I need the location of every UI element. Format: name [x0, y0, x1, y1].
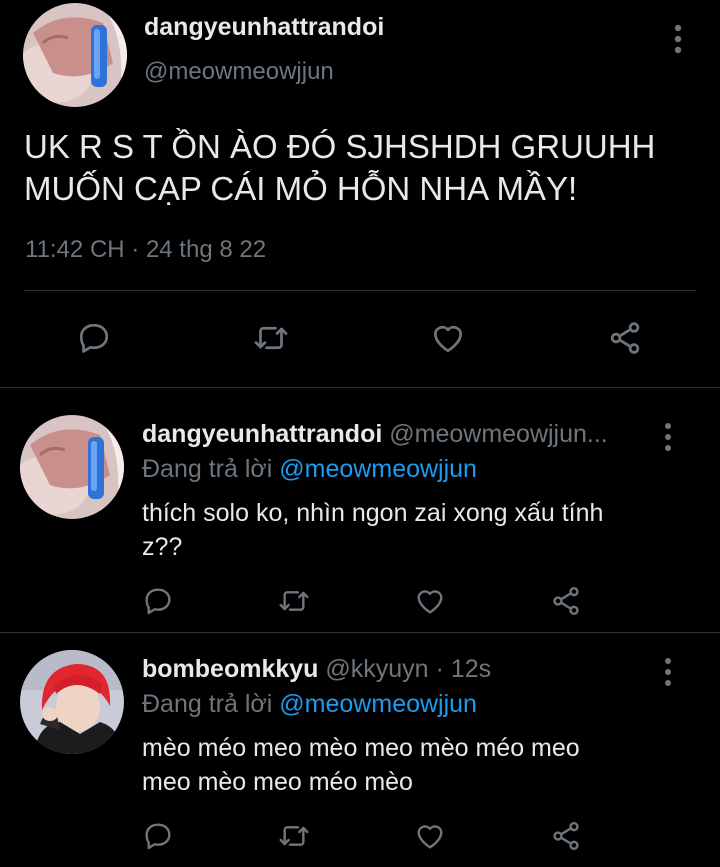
retweet-icon: [279, 591, 309, 611]
like-button[interactable]: [408, 579, 452, 623]
reply-text-line: mèo méo meo mèo meo mèo méo meo: [142, 734, 580, 762]
share-button[interactable]: [544, 814, 588, 858]
like-icon: [417, 825, 443, 849]
display-name[interactable]: dangyeunhattrandoi: [144, 13, 384, 42]
reply-header: bombeomkkyu @kkyuyn · 12s: [142, 655, 491, 684]
more-options-icon[interactable]: [664, 22, 692, 56]
reply-text-line: z??: [142, 533, 183, 561]
share-button[interactable]: [544, 579, 588, 623]
display-name[interactable]: dangyeunhattrandoi: [142, 420, 382, 448]
timestamp[interactable]: 11:42 CH · 24 thg 8 22: [25, 236, 266, 264]
like-button[interactable]: [408, 814, 452, 858]
reply-button[interactable]: [136, 579, 180, 623]
avatar[interactable]: [20, 650, 124, 754]
replying-to-label: Đang trả lời: [142, 690, 273, 718]
mention-link[interactable]: @meowmeowjjun: [279, 455, 477, 483]
retweet-button[interactable]: [249, 316, 293, 360]
tweet-text-line: MUỐN CẠP CÁI MỎ HỖN NHA MẦY!: [24, 170, 578, 207]
more-options-icon[interactable]: [656, 420, 680, 454]
like-button[interactable]: [426, 316, 470, 360]
handle[interactable]: @meowmeowjjun: [144, 58, 334, 86]
reply-text: thích solo ko, nhìn ngon zai xong xấu tí…: [142, 496, 672, 564]
avatar[interactable]: [23, 3, 127, 107]
retweet-button[interactable]: [272, 814, 316, 858]
tweet-text: UK R S T ỒN ÀO ĐÓ SJHSHDH GRUUHH MUỐN CẠ…: [24, 126, 704, 210]
handle[interactable]: @meowmeowjjun...: [389, 420, 608, 448]
replying-to: Đang trả lời @meowmeowjjun: [142, 690, 477, 719]
share-button[interactable]: [603, 316, 647, 360]
share-icon: [610, 322, 640, 354]
reply-text-line: thích solo ko, nhìn ngon zai xong xấu tí…: [142, 499, 604, 527]
mention-link[interactable]: @meowmeowjjun: [279, 690, 477, 718]
reply-text-line: meo mèo meo méo mèo: [142, 768, 413, 796]
share-icon: [553, 587, 579, 615]
like-icon: [433, 325, 463, 353]
reply-button[interactable]: [136, 814, 180, 858]
handle[interactable]: @kkyuyn · 12s: [325, 655, 491, 683]
share-icon: [553, 822, 579, 850]
avatar[interactable]: [20, 415, 124, 519]
reply-header: dangyeunhattrandoi @meowmeowjjun...: [142, 420, 608, 449]
divider: [0, 387, 720, 388]
reply-icon: [145, 588, 171, 615]
retweet-icon: [254, 326, 288, 350]
retweet-button[interactable]: [272, 579, 316, 623]
replying-to-label: Đang trả lời: [142, 455, 273, 483]
retweet-icon: [279, 826, 309, 846]
reply-icon: [79, 323, 109, 353]
tweet-text-line: UK R S T ỒN ÀO ĐÓ SJHSHDH GRUUHH: [24, 128, 656, 165]
reply-icon: [145, 823, 171, 850]
like-icon: [417, 590, 443, 614]
replying-to: Đang trả lời @meowmeowjjun: [142, 455, 477, 484]
reply-text: mèo méo meo mèo meo mèo méo meo meo mèo …: [142, 731, 672, 799]
more-options-icon[interactable]: [656, 655, 680, 689]
display-name[interactable]: bombeomkkyu: [142, 655, 318, 683]
divider: [0, 632, 720, 633]
divider: [24, 290, 696, 291]
reply-button[interactable]: [72, 316, 116, 360]
